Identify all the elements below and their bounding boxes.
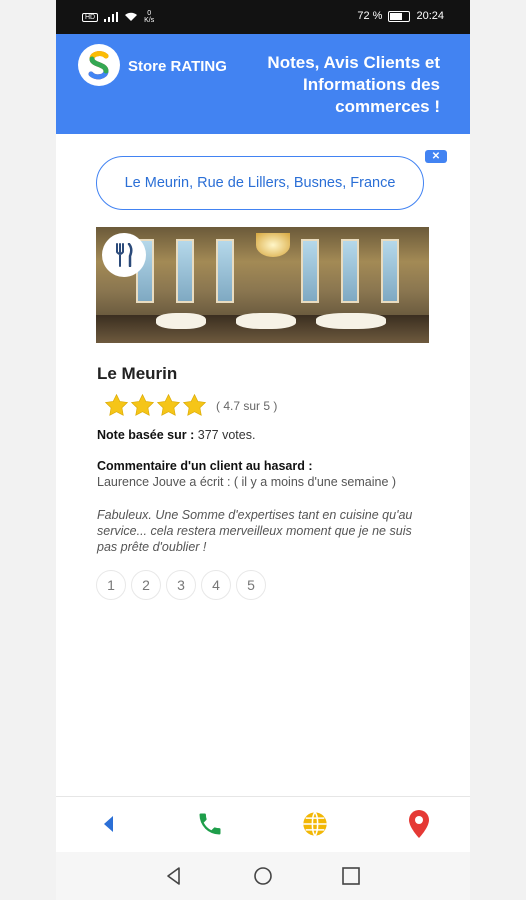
star-icon: [156, 393, 181, 416]
photo-window: [341, 239, 359, 303]
brand-strong: RATING: [170, 58, 227, 75]
map-button[interactable]: [405, 809, 433, 839]
nav-home-icon[interactable]: [252, 865, 274, 887]
review-author: Laurence Jouve a écrit : ( il y a moins …: [97, 475, 397, 489]
star-icon: [104, 393, 129, 416]
net-speed-value: 0: [147, 10, 152, 17]
net-speed-unit: K/s: [144, 17, 155, 24]
website-button[interactable]: [301, 809, 329, 839]
photo-chandelier: [256, 233, 290, 257]
page-button-3[interactable]: 3: [166, 570, 196, 600]
logo-icon: [88, 51, 109, 80]
status-right: 72 % 20:24: [357, 10, 444, 22]
phone-screen: HD 0 K/s 72 % 20:24 Store RATING Notes, …: [56, 0, 470, 900]
net-speed: 0 K/s: [144, 10, 154, 24]
system-nav-bar: [56, 852, 470, 900]
photo-window: [301, 239, 319, 303]
rating-stars: ( 4.7 sur 5 ): [104, 393, 277, 418]
globe-icon: [303, 811, 327, 837]
app-logo: [78, 44, 120, 86]
star-icon: [130, 393, 155, 416]
map-pin-icon: [409, 810, 429, 838]
place-photo: [96, 227, 429, 343]
search-input[interactable]: Le Meurin, Rue de Lillers, Busnes, Franc…: [96, 156, 424, 210]
photo-window: [176, 239, 194, 303]
header-tagline: Notes, Avis Clients et Informations des …: [267, 53, 440, 116]
page-button-5[interactable]: 5: [236, 570, 266, 600]
place-name: Le Meurin: [97, 364, 178, 383]
back-arrow-icon: [104, 816, 113, 832]
vote-count-label: Note basée sur :: [97, 428, 195, 442]
status-bar: HD 0 K/s 72 % 20:24: [56, 0, 470, 34]
photo-window: [381, 239, 399, 303]
signal-icon: [104, 12, 119, 22]
photo-table: [156, 313, 206, 329]
restaurant-category-badge: [102, 233, 146, 277]
star-icon: [182, 393, 207, 416]
rating-text: ( 4.7 sur 5 ): [216, 398, 278, 413]
nav-recents-icon[interactable]: [340, 865, 362, 887]
page-button-1[interactable]: 1: [96, 570, 126, 600]
sim-badge: HD: [82, 12, 99, 22]
battery-icon: [388, 10, 411, 22]
photo-table: [316, 313, 386, 329]
back-button[interactable]: [94, 809, 122, 839]
bottom-action-bar: [56, 796, 470, 853]
status-left: HD 0 K/s: [82, 10, 154, 24]
phone-icon: [199, 813, 221, 835]
wifi-icon: [125, 12, 138, 21]
page-button-2[interactable]: 2: [131, 570, 161, 600]
photo-window: [216, 239, 234, 303]
app-header: Store RATING Notes, Avis Clients et Info…: [56, 34, 470, 134]
review-title: Commentaire d'un client au hasard :: [97, 459, 313, 473]
photo-table: [236, 313, 296, 329]
call-button[interactable]: [196, 809, 224, 839]
brand-prefix: Store: [128, 58, 167, 75]
fork-knife-icon: [116, 243, 133, 267]
clock: 20:24: [416, 10, 444, 22]
page-button-4[interactable]: 4: [201, 570, 231, 600]
battery-level: [390, 12, 403, 20]
clear-search-button[interactable]: ✕: [425, 150, 447, 163]
vote-count: Note basée sur : 377 votes.: [97, 428, 255, 442]
vote-count-value: 377 votes.: [197, 428, 256, 442]
brand-name: Store RATING: [128, 58, 227, 75]
pagination: 1 2 3 4 5: [96, 570, 266, 600]
nav-back-icon[interactable]: [163, 865, 185, 887]
review-body: Fabuleux. Une Somme d'expertises tant en…: [97, 508, 413, 554]
battery-percent: 72 %: [357, 10, 383, 22]
